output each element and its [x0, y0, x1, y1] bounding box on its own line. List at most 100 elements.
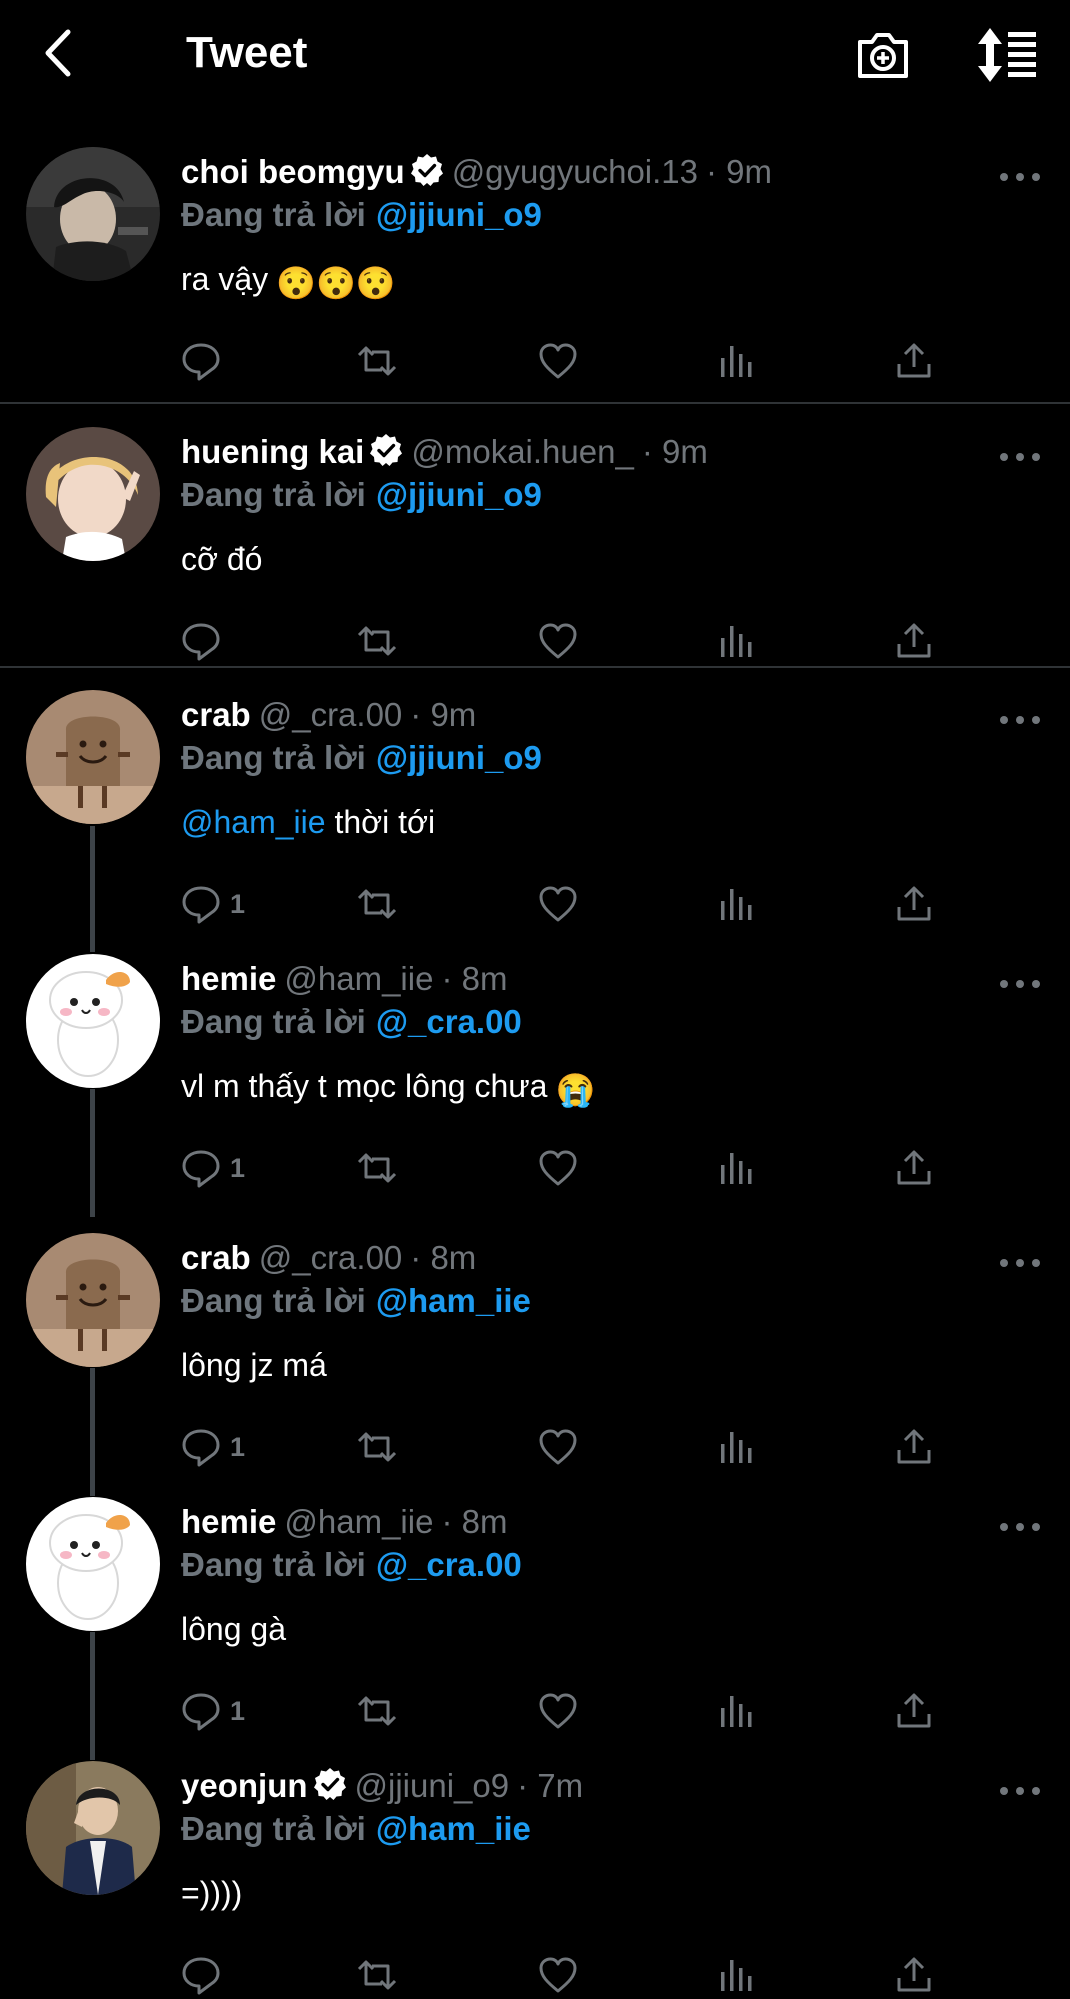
reply-button[interactable]: 1: [180, 1423, 245, 1471]
share-icon: [893, 620, 935, 662]
reply-icon: [180, 1426, 222, 1468]
user-handle[interactable]: @ham_iie: [284, 1503, 433, 1540]
views-icon: [715, 1690, 757, 1732]
reply-button[interactable]: 1: [180, 1144, 245, 1192]
user-handle[interactable]: @gyugyuchoi.13: [452, 153, 698, 190]
more-options-icon[interactable]: [998, 449, 1042, 465]
timestamp[interactable]: · 8m: [441, 960, 507, 997]
share-icon: [893, 883, 935, 925]
display-name[interactable]: crab: [181, 696, 251, 733]
views-icon: [715, 883, 757, 925]
more-options-icon[interactable]: [998, 1255, 1042, 1271]
reply-button[interactable]: [180, 1951, 222, 1999]
retweet-button[interactable]: [356, 1423, 398, 1471]
mention-link[interactable]: @ham_iie: [181, 804, 326, 840]
display-name[interactable]: hemie: [181, 960, 276, 997]
reply-to-mention[interactable]: @_cra.00: [376, 1546, 522, 1583]
views-button[interactable]: [715, 1687, 757, 1735]
more-options-icon[interactable]: [998, 1783, 1042, 1799]
reply-to-mention[interactable]: @jjiuni_o9: [376, 476, 542, 513]
display-name[interactable]: hemie: [181, 1503, 276, 1540]
like-button[interactable]: [537, 1687, 579, 1735]
reply-to-mention[interactable]: @jjiuni_o9: [376, 739, 542, 776]
more-options-icon[interactable]: [998, 712, 1042, 728]
tweet-actions: 1: [180, 1423, 960, 1471]
timestamp[interactable]: · 8m: [441, 1503, 507, 1540]
retweet-button[interactable]: [356, 880, 398, 928]
more-options-icon[interactable]: [998, 169, 1042, 185]
avatar[interactable]: [26, 427, 160, 561]
retweet-button[interactable]: [356, 1951, 398, 1999]
more-options-icon[interactable]: [998, 1519, 1042, 1535]
timestamp[interactable]: · 8m: [410, 1239, 476, 1276]
user-handle[interactable]: @_cra.00: [259, 1239, 403, 1276]
reply-to-mention[interactable]: @_cra.00: [376, 1003, 522, 1040]
reply-button[interactable]: 1: [180, 1687, 245, 1735]
display-name[interactable]: huening kai: [181, 433, 364, 470]
timestamp[interactable]: · 7m: [517, 1767, 583, 1804]
views-icon: [715, 620, 757, 662]
like-button[interactable]: [537, 880, 579, 928]
replying-to-label: Đang trả lời: [181, 476, 366, 513]
like-button[interactable]: [537, 1144, 579, 1192]
timestamp[interactable]: · 9m: [410, 696, 476, 733]
like-button[interactable]: [537, 1951, 579, 1999]
retweet-button[interactable]: [356, 337, 398, 385]
chevron-left-icon[interactable]: [34, 26, 88, 80]
like-button[interactable]: [537, 337, 579, 385]
display-name[interactable]: crab: [181, 1239, 251, 1276]
camera-add-icon[interactable]: [854, 26, 912, 84]
display-name[interactable]: yeonjun: [181, 1767, 308, 1804]
user-handle[interactable]: @mokai.huen_: [411, 433, 633, 470]
tweet-body: cỡ đó: [181, 541, 263, 577]
replying-to: Đang trả lời @jjiuni_o9: [181, 195, 542, 235]
share-button[interactable]: [893, 1687, 935, 1735]
verified-badge-icon: [369, 433, 403, 467]
views-button[interactable]: [715, 1423, 757, 1471]
sort-list-icon[interactable]: [974, 26, 1040, 84]
retweet-button[interactable]: [356, 1687, 398, 1735]
tweet-header: hemie @ham_iie · 8m: [181, 1502, 507, 1542]
reply-button[interactable]: [180, 337, 222, 385]
reply-button[interactable]: 1: [180, 880, 245, 928]
timestamp[interactable]: · 9m: [706, 153, 772, 190]
avatar[interactable]: [26, 1497, 160, 1631]
share-button[interactable]: [893, 1144, 935, 1192]
tweet-text: @ham_iie thời tới: [181, 802, 435, 842]
timestamp[interactable]: · 9m: [642, 433, 708, 470]
replying-to-label: Đang trả lời: [181, 196, 366, 233]
like-icon: [537, 883, 579, 925]
tweet-header: crab @_cra.00 · 9m: [181, 695, 476, 735]
share-button[interactable]: [893, 1423, 935, 1471]
avatar[interactable]: [26, 147, 160, 281]
share-button[interactable]: [893, 337, 935, 385]
share-button[interactable]: [893, 617, 935, 665]
like-icon: [537, 1954, 579, 1996]
user-handle[interactable]: @ham_iie: [284, 960, 433, 997]
more-options-icon[interactable]: [998, 976, 1042, 992]
retweet-button[interactable]: [356, 617, 398, 665]
views-button[interactable]: [715, 1144, 757, 1192]
avatar[interactable]: [26, 690, 160, 824]
share-button[interactable]: [893, 1951, 935, 1999]
views-button[interactable]: [715, 1951, 757, 1999]
reply-to-mention[interactable]: @ham_iie: [376, 1810, 531, 1847]
share-button[interactable]: [893, 880, 935, 928]
user-handle[interactable]: @_cra.00: [259, 696, 403, 733]
user-handle[interactable]: @jjiuni_o9: [355, 1767, 510, 1804]
avatar[interactable]: [26, 1761, 160, 1895]
retweet-button[interactable]: [356, 1144, 398, 1192]
avatar[interactable]: [26, 1233, 160, 1367]
views-button[interactable]: [715, 880, 757, 928]
views-button[interactable]: [715, 617, 757, 665]
views-button[interactable]: [715, 337, 757, 385]
avatar[interactable]: [26, 954, 160, 1088]
reply-button[interactable]: [180, 617, 222, 665]
reply-icon: [180, 620, 222, 662]
reply-to-mention[interactable]: @jjiuni_o9: [376, 196, 542, 233]
reply-to-mention[interactable]: @ham_iie: [376, 1282, 531, 1319]
display-name[interactable]: choi beomgyu: [181, 153, 405, 190]
like-button[interactable]: [537, 617, 579, 665]
divider: [0, 666, 1070, 668]
like-button[interactable]: [537, 1423, 579, 1471]
